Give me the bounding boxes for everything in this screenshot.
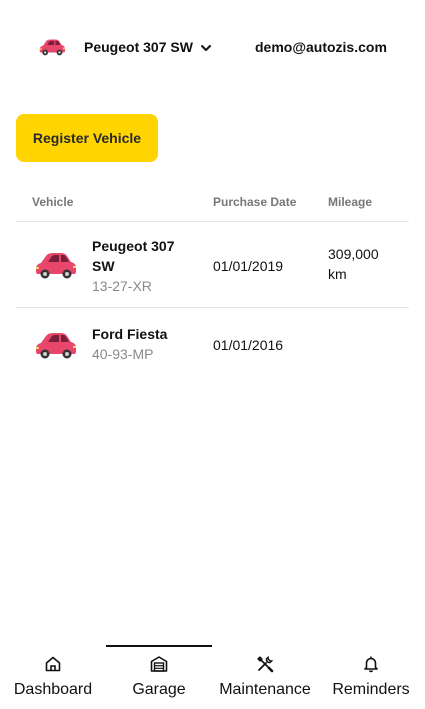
nav-label: Garage [132,681,186,698]
purchase-date: 01/01/2019 [213,258,284,274]
vehicle-selector[interactable]: Peugeot 307 SW [37,36,213,58]
car-icon [39,39,65,56]
purchase-date: 01/01/2016 [213,337,284,353]
nav-label: Maintenance [219,681,311,698]
car-icon [36,253,76,279]
register-vehicle-button[interactable]: Register Vehicle [16,114,158,162]
nav-item-maintenance[interactable]: Maintenance [212,645,318,709]
table-row[interactable]: Peugeot 307 SW 13-27-XR 01/01/2019 309,0… [16,222,409,308]
vehicles-table: Vehicle Purchase Date Mileage Peugeot 30… [16,184,409,380]
vehicle-plate: 40-93-MP [92,346,154,362]
app-header: Peugeot 307 SW demo@autozis.com [0,0,425,96]
bottom-nav: Dashboard Garage Maintenance Reminders [0,645,425,709]
column-header-mileage: Mileage [328,195,373,209]
nav-item-garage[interactable]: Garage [106,645,212,709]
home-icon [45,656,61,672]
table-header: Vehicle Purchase Date Mileage [16,184,409,222]
mileage: 309,000 km [328,246,379,282]
tools-icon [257,655,274,673]
nav-label: Reminders [332,681,410,698]
column-header-purchase-date: Purchase Date [213,195,297,209]
chevron-down-icon [200,44,211,51]
vehicle-plate: 13-27-XR [92,278,152,294]
user-email[interactable]: demo@autozis.com [255,39,387,55]
table-row[interactable]: Ford Fiesta 40-93-MP 01/01/2016 [16,308,409,380]
bell-icon [364,656,378,673]
vehicle-name: Ford Fiesta [92,326,168,342]
garage-icon [150,656,168,672]
car-icon [36,333,76,359]
column-header-vehicle: Vehicle [32,195,74,209]
selected-vehicle-name: Peugeot 307 SW [84,39,193,55]
nav-item-reminders[interactable]: Reminders [318,645,424,709]
vehicle-name: Peugeot 307 SW [92,238,175,274]
nav-label: Dashboard [13,681,93,698]
nav-item-dashboard[interactable]: Dashboard [0,645,106,709]
active-indicator [106,645,212,647]
